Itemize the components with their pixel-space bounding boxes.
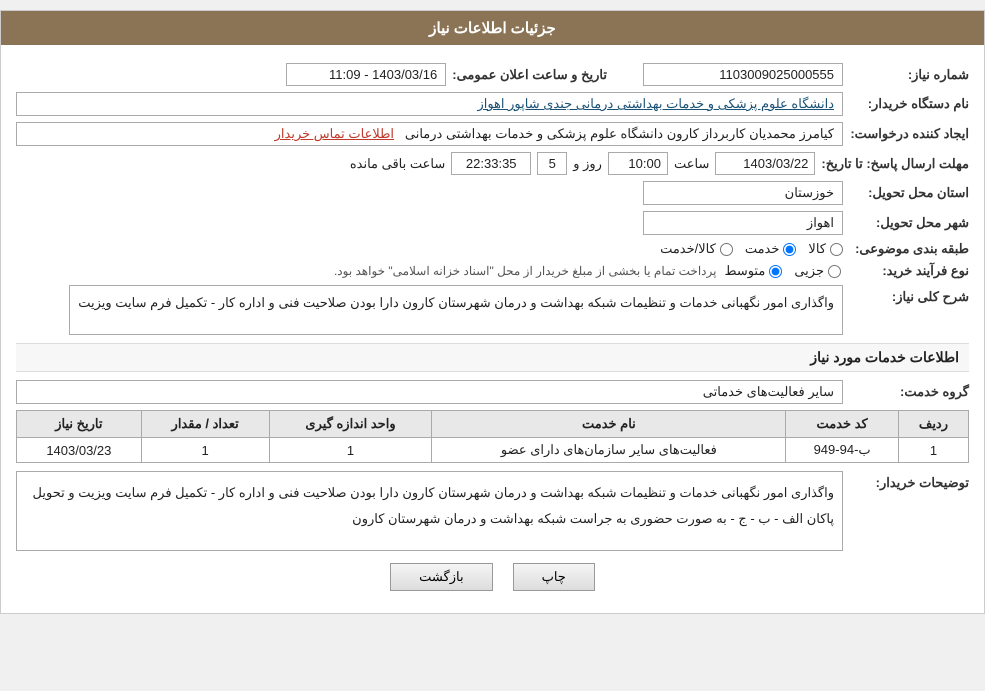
- creator-text: کیامرز محمدیان کاربرداز کارون دانشگاه عل…: [405, 126, 834, 141]
- province-label: استان محل تحویل:: [849, 185, 969, 201]
- category-option-khedmat[interactable]: خدمت: [745, 241, 797, 257]
- services-table: ردیف کد خدمت نام خدمت واحد اندازه گیری ت…: [16, 410, 969, 463]
- creator-value: کیامرز محمدیان کاربرداز کارون دانشگاه عل…: [16, 122, 843, 146]
- need-desc-value: واگذاری امور نگهبانی خدمات و تنظیمات شبک…: [69, 285, 843, 335]
- col-name: نام خدمت: [432, 411, 786, 438]
- cell-code: ب-94-949: [786, 438, 899, 463]
- org-link[interactable]: دانشگاه علوم پزشکی و خدمات بهداشتی درمان…: [477, 96, 834, 111]
- col-unit: واحد اندازه گیری: [269, 411, 432, 438]
- button-row: چاپ بازگشت: [16, 563, 969, 591]
- col-code: کد خدمت: [786, 411, 899, 438]
- col-date: تاریخ نیاز: [17, 411, 142, 438]
- category-khedmat-label: خدمت: [745, 241, 780, 257]
- service-group-value: سایر فعالیت‌های خدماتی: [16, 380, 843, 404]
- announce-label: تاریخ و ساعت اعلان عمومی:: [452, 67, 607, 83]
- remaining-value: 22:33:35: [451, 152, 531, 175]
- category-khedmat-radio[interactable]: [783, 243, 796, 256]
- col-row: ردیف: [898, 411, 968, 438]
- col-qty: تعداد / مقدار: [141, 411, 269, 438]
- day-label: روز و: [573, 156, 602, 172]
- service-group-label: گروه خدمت:: [849, 384, 969, 400]
- time-value: 10:00: [608, 152, 668, 175]
- category-option-kala[interactable]: کالا: [808, 241, 843, 257]
- category-radio-group: کالا خدمت کالا/خدمت: [660, 241, 843, 257]
- category-kala-khedmat-label: کالا/خدمت: [660, 241, 716, 257]
- need-number-label: شماره نیاز:: [849, 67, 969, 83]
- process-option-jazei[interactable]: جزیی: [794, 263, 841, 279]
- day-value: 5: [537, 152, 567, 175]
- need-desc-label: شرح کلی نیاز:: [849, 285, 969, 305]
- process-motavasset-radio[interactable]: [769, 265, 782, 278]
- back-button[interactable]: بازگشت: [390, 563, 492, 591]
- category-kala-label: کالا: [808, 241, 826, 257]
- process-option-motavasset[interactable]: متوسط: [724, 263, 782, 279]
- process-label: نوع فرآیند خرید:: [849, 263, 969, 279]
- creator-contact-link[interactable]: اطلاعات تماس خریدار: [275, 126, 394, 141]
- buyer-desc-value: واگذاری امور نگهبانی خدمات و تنظیمات شبک…: [16, 471, 843, 551]
- date-label: مهلت ارسال پاسخ: تا تاریخ:: [821, 156, 969, 172]
- category-label: طبقه بندی موضوعی:: [849, 241, 969, 257]
- process-jazei-radio[interactable]: [828, 265, 841, 278]
- cell-date: 1403/03/23: [17, 438, 142, 463]
- category-kala-khedmat-radio[interactable]: [720, 243, 733, 256]
- deadline-date: 1403/03/22: [715, 152, 815, 175]
- city-label: شهر محل تحویل:: [849, 215, 969, 231]
- cell-unit: 1: [269, 438, 432, 463]
- cell-row: 1: [898, 438, 968, 463]
- print-button[interactable]: چاپ: [513, 563, 595, 591]
- process-jazei-label: جزیی: [794, 263, 824, 279]
- city-value: اهواز: [643, 211, 843, 235]
- table-row: 1 ب-94-949 فعالیت‌های سایر سازمان‌های دا…: [17, 438, 969, 463]
- remaining-label: ساعت باقی مانده: [350, 156, 445, 172]
- category-kala-radio[interactable]: [830, 243, 843, 256]
- process-motavasset-label: متوسط: [724, 263, 765, 279]
- process-note: پرداخت تمام یا بخشی از مبلغ خریدار از مح…: [334, 264, 717, 278]
- org-label: نام دستگاه خریدار:: [849, 96, 969, 112]
- category-option-kala-khedmat[interactable]: کالا/خدمت: [660, 241, 733, 257]
- time-label: ساعت: [674, 156, 709, 172]
- province-value: خوزستان: [643, 181, 843, 205]
- service-info-title: اطلاعات خدمات مورد نیاز: [16, 343, 969, 372]
- need-number-value: 1103009025000555: [643, 63, 843, 86]
- page-title: جزئیات اطلاعات نیاز: [1, 11, 984, 45]
- announce-value: 1403/03/16 - 11:09: [286, 63, 446, 86]
- cell-qty: 1: [141, 438, 269, 463]
- org-value: دانشگاه علوم پزشکی و خدمات بهداشتی درمان…: [16, 92, 843, 116]
- cell-name: فعالیت‌های سایر سازمان‌های دارای عضو: [432, 438, 786, 463]
- process-radio-group: جزیی متوسط: [724, 263, 841, 279]
- creator-label: ایجاد کننده درخواست:: [849, 126, 969, 142]
- buyer-desc-label: توضیحات خریدار:: [849, 471, 969, 491]
